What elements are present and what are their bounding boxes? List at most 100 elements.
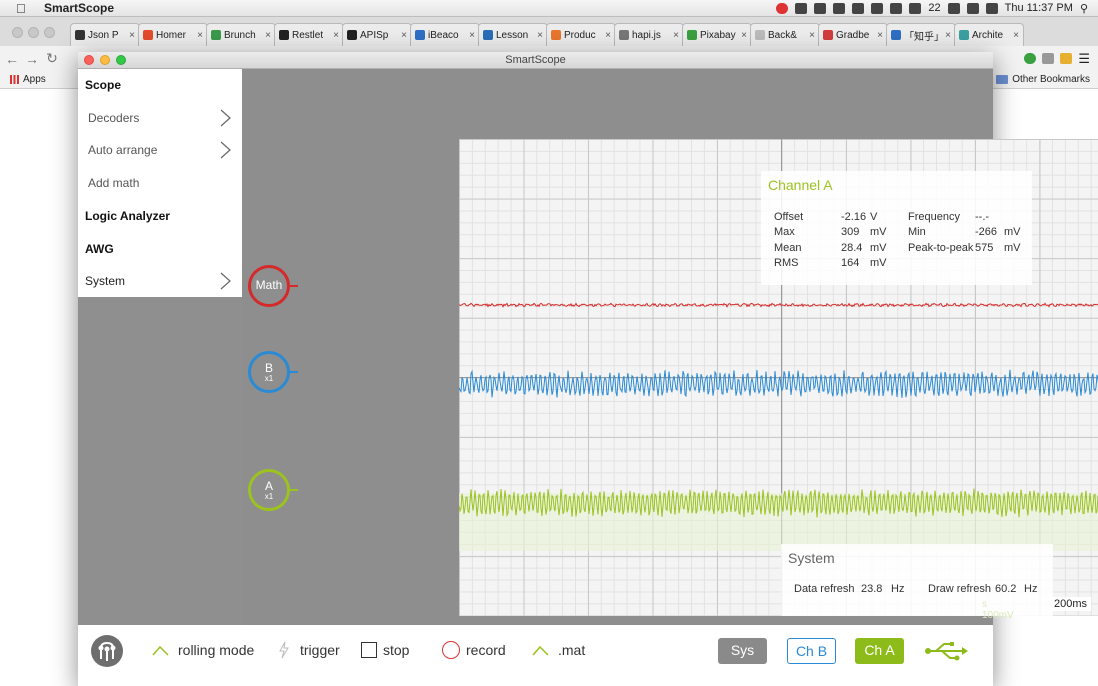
channel-b-marker[interactable]: B x1 <box>248 351 290 393</box>
evernote-icon[interactable] <box>814 2 827 14</box>
browser-tab[interactable]: Lesson × <box>478 23 548 46</box>
browser-tab[interactable]: Archite × <box>954 23 1024 46</box>
window-minimize-button[interactable] <box>100 55 110 65</box>
tab-favicon-icon <box>755 30 765 40</box>
back-icon[interactable]: ← <box>4 51 20 67</box>
chevron-right-icon <box>220 141 231 159</box>
channel-b-button[interactable]: Ch B <box>787 638 836 664</box>
window-close-button[interactable] <box>84 55 94 65</box>
browser-min-dot[interactable] <box>28 27 39 38</box>
tab-label: Lesson <box>496 29 529 41</box>
channel-a-marker[interactable]: A x1 <box>248 469 290 511</box>
meas-unit: mV <box>870 242 887 254</box>
tab-favicon-icon <box>891 30 901 40</box>
tab-close-icon[interactable]: × <box>605 30 611 41</box>
trigger-icon <box>279 641 289 659</box>
menu-item-system[interactable]: System <box>78 265 242 297</box>
drive-icon[interactable] <box>833 2 846 14</box>
window-zoom-button[interactable] <box>116 55 126 65</box>
tab-label: hapi.js <box>632 29 661 41</box>
record-icon <box>442 641 460 659</box>
tab-close-icon[interactable]: × <box>1013 30 1019 41</box>
browser-tab[interactable]: Produc × <box>546 23 616 46</box>
other-bookmarks[interactable]: Other Bookmarks <box>996 74 1090 85</box>
tab-close-icon[interactable]: × <box>809 30 815 41</box>
mat-export-button[interactable]: .mat <box>532 625 585 675</box>
menu-item-label: Auto arrange <box>88 143 158 158</box>
tab-close-icon[interactable]: × <box>197 30 203 41</box>
timebase-label[interactable]: 200ms <box>1050 597 1092 611</box>
keep-icon[interactable] <box>1060 53 1073 64</box>
record-button[interactable]: record <box>442 625 506 675</box>
browser-tab[interactable]: Back& × <box>750 23 820 46</box>
menu-item-awg[interactable]: AWG <box>78 233 242 265</box>
notification-icon[interactable] <box>776 2 789 14</box>
faint-scale-labels: s 100mV <box>982 599 1014 621</box>
browser-tab[interactable]: iBeaco × <box>410 23 480 46</box>
menu-item-decoders[interactable]: Decoders <box>78 102 242 134</box>
tab-close-icon[interactable]: × <box>401 30 407 41</box>
tab-label: Gradbe <box>836 29 870 41</box>
tab-close-icon[interactable]: × <box>265 30 271 41</box>
menu-item-scope[interactable]: Scope <box>78 69 242 101</box>
tab-close-icon[interactable]: × <box>537 30 543 41</box>
meas-label: RMS <box>774 257 799 269</box>
github-icon[interactable] <box>852 2 865 14</box>
wifi-icon[interactable] <box>966 2 979 14</box>
tab-close-icon[interactable]: × <box>673 30 679 41</box>
browser-close-dot[interactable] <box>12 27 23 38</box>
browser-tabstrip: Json P × Homer × Brunch × Restlet × APISp × iBeaco… <box>0 17 1098 46</box>
browser-zoom-dot[interactable] <box>44 27 55 38</box>
trigger-button[interactable]: trigger <box>274 625 340 675</box>
send-icon[interactable] <box>795 2 808 14</box>
browser-tab[interactable]: Json P × <box>70 23 140 46</box>
wechat-icon[interactable] <box>890 2 903 14</box>
shield-icon[interactable] <box>1042 53 1055 64</box>
browser-tab[interactable]: Pixabay × <box>682 23 752 46</box>
calendar-count[interactable]: 22 <box>928 2 940 14</box>
tab-close-icon[interactable]: × <box>333 30 339 41</box>
battery-icon[interactable] <box>985 2 998 14</box>
browser-tab[interactable]: hapi.js × <box>614 23 684 46</box>
spotlight-icon[interactable]: ⚲ <box>1080 2 1088 15</box>
browser-tab[interactable]: Homer × <box>138 23 208 46</box>
meas-unit: mV <box>1004 226 1021 238</box>
rolling-mode-button[interactable]: rolling mode <box>152 625 254 675</box>
browser-tab[interactable]: Gradbe × <box>818 23 888 46</box>
tab-close-icon[interactable]: × <box>129 30 135 41</box>
meas-value: 28.4 <box>841 242 863 254</box>
dropbox-icon[interactable] <box>871 2 884 14</box>
sys-button[interactable]: Sys <box>718 638 767 664</box>
reload-icon[interactable]: ↻ <box>44 50 60 67</box>
tab-close-icon[interactable]: × <box>469 30 475 41</box>
browser-tab[interactable]: Restlet × <box>274 23 344 46</box>
twitter-icon[interactable] <box>909 2 922 14</box>
scope-grid[interactable]: Channel A Offset -2.16 V Max 309 mV Mean… <box>459 139 1098 616</box>
chevron-right-icon <box>220 109 231 127</box>
apps-bookmark[interactable]: Apps <box>10 74 46 85</box>
menu-item-add-math[interactable]: Add math <box>78 167 242 199</box>
extension-icon[interactable] <box>1024 53 1037 64</box>
browser-tab[interactable]: 「知乎」 × <box>886 23 956 46</box>
browser-tab[interactable]: Brunch × <box>206 23 276 46</box>
menu-icon[interactable]: ☰ <box>1078 51 1090 67</box>
stop-button[interactable]: stop <box>361 625 409 675</box>
os-app-name[interactable]: SmartScope <box>44 1 114 15</box>
channel-a-button[interactable]: Ch A <box>855 638 904 664</box>
forward-icon[interactable]: → <box>24 51 40 67</box>
clock[interactable]: Thu 11:37 PM <box>1005 2 1073 14</box>
smartscope-logo[interactable] <box>91 635 123 667</box>
menu-item-label: Logic Analyzer <box>85 208 170 223</box>
menu-item-logic-analyzer[interactable]: Logic Analyzer <box>78 200 242 232</box>
meas-value: 309 <box>841 226 860 238</box>
tab-close-icon[interactable]: × <box>945 30 951 41</box>
math-channel-marker[interactable]: Math <box>248 265 290 307</box>
browser-tab[interactable]: APISp × <box>342 23 412 46</box>
meas-label: Peak-to-peak <box>908 242 974 254</box>
tab-close-icon[interactable]: × <box>741 30 747 41</box>
tab-close-icon[interactable]: × <box>877 30 883 41</box>
menu-item-auto-arrange[interactable]: Auto arrange <box>78 134 242 166</box>
bluetooth-icon[interactable] <box>947 2 960 14</box>
apple-icon[interactable]:  <box>16 1 32 16</box>
channel-b-marker-scale: x1 <box>264 374 274 383</box>
